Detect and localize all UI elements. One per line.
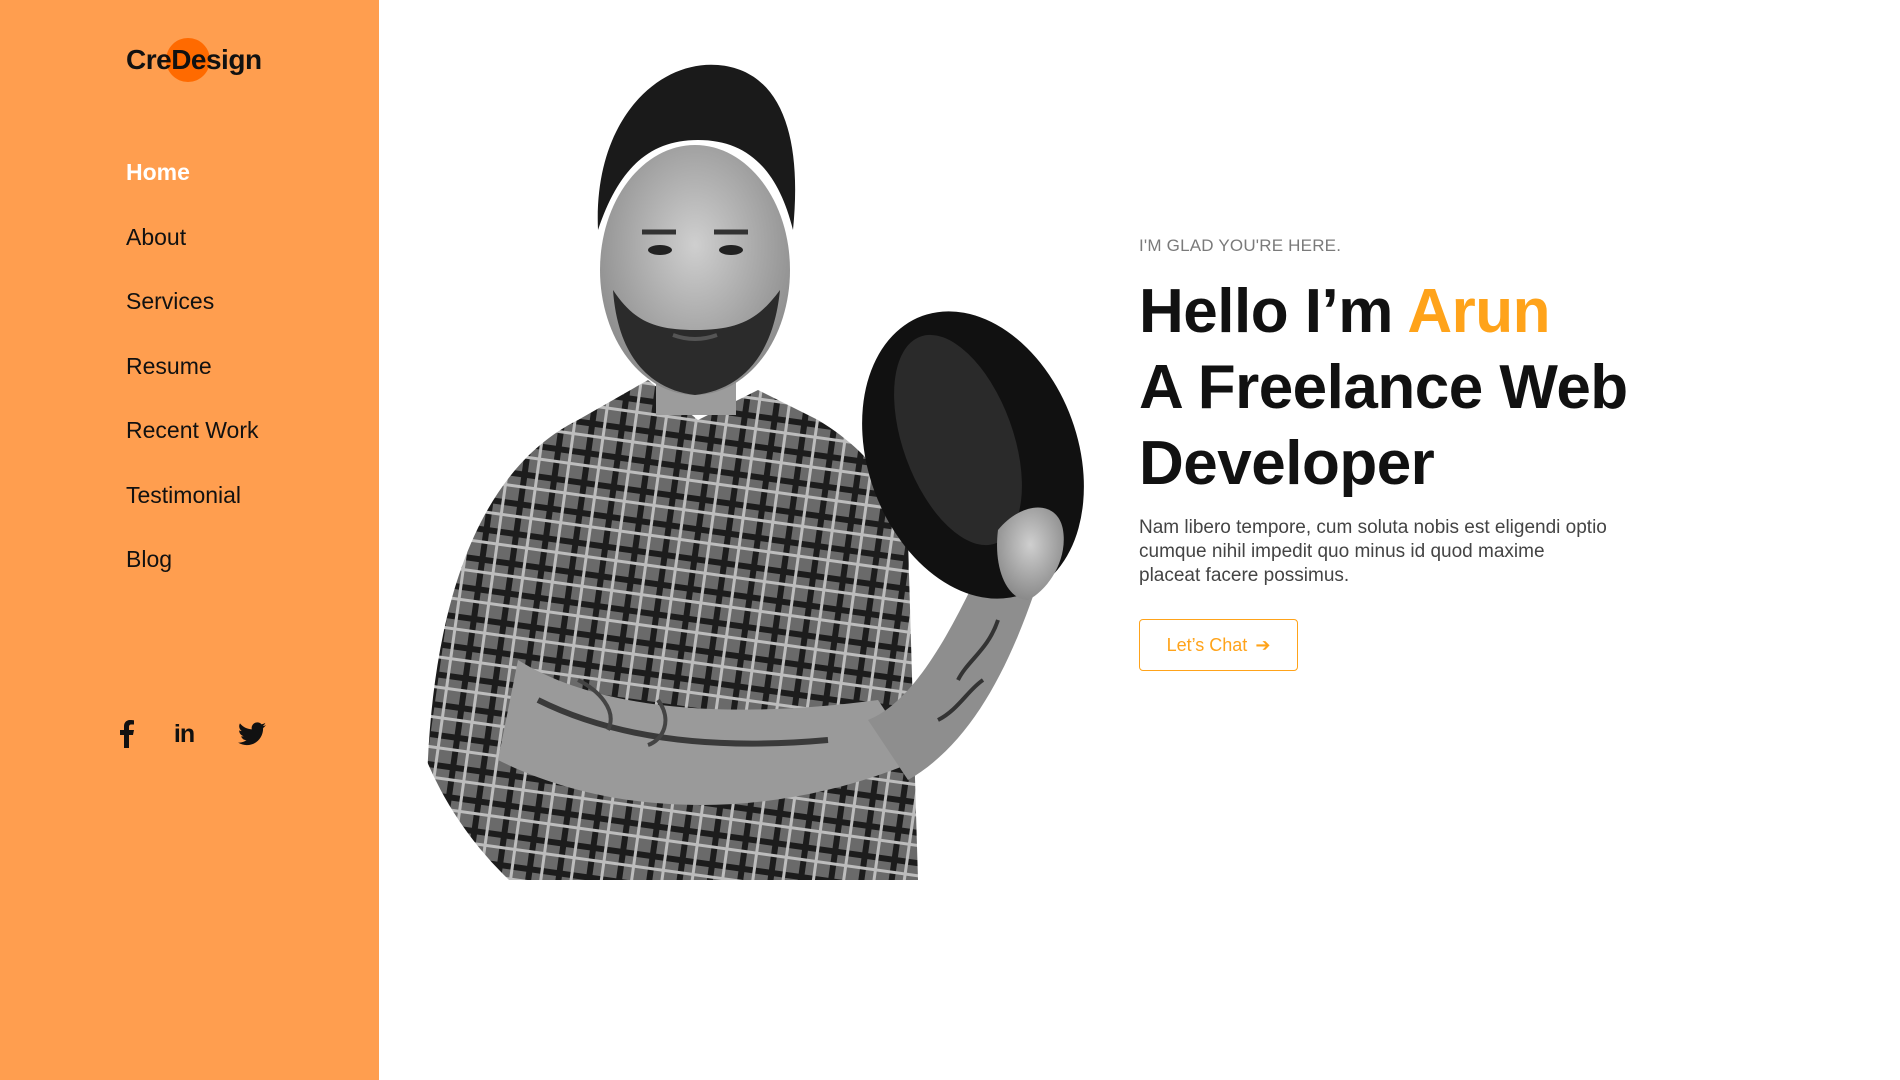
- twitter-icon: [238, 722, 266, 746]
- nav-link-blog[interactable]: Blog: [126, 539, 172, 579]
- headline-name: Arun: [1407, 277, 1550, 346]
- nav-link-home[interactable]: Home: [126, 152, 190, 192]
- nav-item-recent-work: Recent Work: [126, 410, 259, 475]
- sidebar: CreDesign Home About Services Resume Rec…: [0, 0, 379, 1080]
- hero-headline: Hello I’m Arun A Freelance Web Developer: [1139, 274, 1699, 502]
- page: CreDesign Home About Services Resume Rec…: [0, 0, 1900, 1080]
- nav-link-resume[interactable]: Resume: [126, 346, 212, 386]
- nav-link-about[interactable]: About: [126, 217, 186, 257]
- linkedin-link[interactable]: in: [166, 716, 202, 752]
- facebook-link[interactable]: [108, 716, 144, 752]
- nav-link-testimonial[interactable]: Testimonial: [126, 475, 241, 515]
- portrait-illustration: [426, 64, 1084, 880]
- nav-item-home: Home: [126, 152, 259, 217]
- portrait-photo: [398, 60, 1118, 880]
- headline-line-3: Developer: [1139, 429, 1435, 498]
- nav-link-recent-work[interactable]: Recent Work: [126, 410, 259, 450]
- twitter-link[interactable]: [234, 716, 270, 752]
- headline-prefix: Hello I’m: [1139, 277, 1408, 346]
- headline-line-1: Hello I’m Arun: [1139, 274, 1699, 350]
- headline-line-2: A Freelance Web: [1139, 353, 1628, 422]
- hero-greeting: I'M GLAD YOU'RE HERE.: [1139, 236, 1342, 255]
- facebook-icon: [120, 720, 134, 748]
- nav-item-testimonial: Testimonial: [126, 475, 259, 540]
- nav-item-services: Services: [126, 281, 259, 346]
- nav-item-blog: Blog: [126, 539, 259, 604]
- hero-description: Nam libero tempore, cum soluta nobis est…: [1139, 517, 1607, 586]
- hero-section: I'M GLAD YOU'RE HERE. Hello I’m Arun A F…: [1139, 236, 1699, 671]
- logo[interactable]: CreDesign: [126, 38, 266, 84]
- nav-item-resume: Resume: [126, 346, 259, 411]
- lets-chat-label: Let’s Chat: [1166, 634, 1248, 655]
- logo-text: CreDesign: [126, 44, 262, 75]
- main-nav: Home About Services Resume Recent Work T…: [126, 152, 259, 604]
- linkedin-icon: in: [173, 719, 195, 748]
- nav-item-about: About: [126, 217, 259, 282]
- nav-link-services[interactable]: Services: [126, 281, 214, 321]
- arrow-right-icon: ➔: [1255, 634, 1271, 655]
- lets-chat-button[interactable]: Let’s Chat ➔: [1139, 619, 1298, 671]
